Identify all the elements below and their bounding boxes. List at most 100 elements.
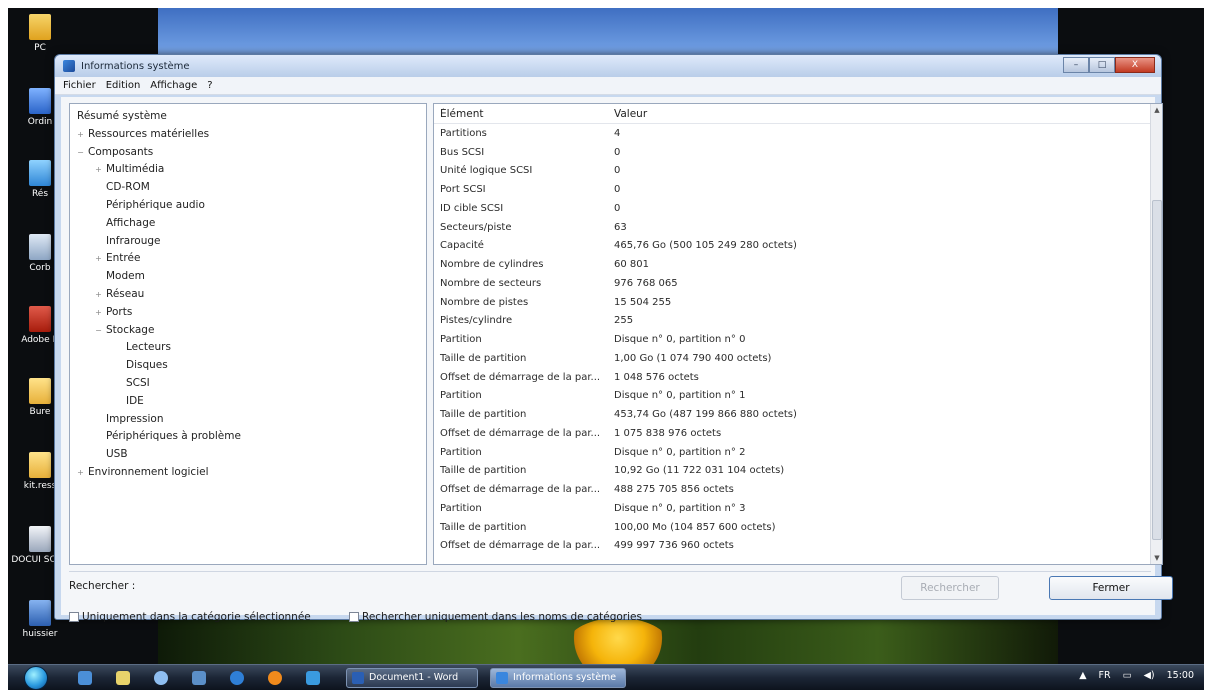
table-row[interactable]: Secteurs/piste 63 bbox=[434, 218, 1162, 237]
expand-icon[interactable]: + bbox=[76, 464, 85, 482]
table-row[interactable]: Nombre de cylindres 60 801 bbox=[434, 255, 1162, 274]
tree-item[interactable]: Lecteurs bbox=[70, 339, 426, 357]
tree-item[interactable]: + Ressources matérielles bbox=[70, 126, 426, 144]
tree-item-label: Impression bbox=[106, 412, 164, 425]
show-hidden-icons-icon[interactable]: ▲ bbox=[1079, 670, 1086, 681]
details-header: Élément Valeur bbox=[434, 104, 1162, 124]
tree-item[interactable]: + Environnement logiciel bbox=[70, 464, 426, 482]
title-bar[interactable]: Informations système – □ X bbox=[55, 55, 1161, 77]
column-header-element[interactable]: Élément bbox=[434, 108, 610, 120]
start-button[interactable] bbox=[24, 666, 48, 690]
tree-item[interactable]: Périphérique audio bbox=[70, 197, 426, 215]
tree-item[interactable]: Périphériques à problème bbox=[70, 428, 426, 446]
tree-item[interactable]: − Stockage bbox=[70, 322, 426, 340]
tree-item[interactable]: CD-ROM bbox=[70, 179, 426, 197]
task-word[interactable]: Document1 - Word bbox=[346, 668, 478, 688]
category-names-checkbox[interactable] bbox=[349, 612, 359, 622]
table-row[interactable]: Taille de partition 1,00 Go (1 074 790 40… bbox=[434, 349, 1162, 368]
table-row[interactable]: Partition Disque n° 0, partition n° 1 bbox=[434, 387, 1162, 406]
tree-item[interactable]: Affichage bbox=[70, 215, 426, 233]
table-row[interactable]: Nombre de pistes 15 504 255 bbox=[434, 293, 1162, 312]
tree-item[interactable]: + Multimédia bbox=[70, 161, 426, 179]
expand-icon[interactable]: + bbox=[76, 126, 85, 144]
cell-value: 10,92 Go (11 722 031 104 octets) bbox=[614, 465, 785, 477]
table-row[interactable]: Taille de partition 100,00 Mo (104 857 60… bbox=[434, 518, 1162, 537]
table-row[interactable]: Capacité 465,76 Go (500 105 249 280 octet… bbox=[434, 237, 1162, 256]
table-row[interactable]: ID cible SCSI 0 bbox=[434, 199, 1162, 218]
quicklaunch-app-icon[interactable] bbox=[306, 671, 320, 685]
minimize-button[interactable]: – bbox=[1063, 57, 1089, 73]
table-row[interactable]: Bus SCSI 0 bbox=[434, 143, 1162, 162]
menu-help[interactable]: ? bbox=[207, 80, 212, 91]
quicklaunch-internet-explorer-icon[interactable] bbox=[230, 671, 244, 685]
desktop-icon-pc[interactable]: PC bbox=[8, 14, 72, 53]
scroll-down-arrow-icon[interactable]: ▼ bbox=[1151, 552, 1163, 564]
table-row[interactable]: Offset de démarrage de la par... 1 075 83… bbox=[434, 424, 1162, 443]
tree-item[interactable]: Disques bbox=[70, 357, 426, 375]
quicklaunch-show-desktop-icon[interactable] bbox=[78, 671, 92, 685]
table-row[interactable]: Partitions 4 bbox=[434, 124, 1162, 143]
volume-icon[interactable]: ◀) bbox=[1144, 670, 1155, 681]
tree-item[interactable]: Impression bbox=[70, 411, 426, 429]
expand-icon[interactable]: + bbox=[94, 161, 103, 179]
network-tray-icon[interactable]: ▭ bbox=[1123, 670, 1132, 681]
collapse-icon[interactable]: − bbox=[94, 322, 103, 340]
cell-element: Partition bbox=[440, 502, 482, 514]
table-row[interactable]: Taille de partition 453,74 Go (487 199 86… bbox=[434, 405, 1162, 424]
vertical-scrollbar[interactable]: ▲ ▼ bbox=[1150, 104, 1162, 564]
table-row[interactable]: Pistes/cylindre 255 bbox=[434, 312, 1162, 331]
search-button[interactable]: Rechercher bbox=[901, 576, 999, 600]
table-row[interactable]: Nombre de secteurs 976 768 065 bbox=[434, 274, 1162, 293]
tree-item[interactable]: SCSI bbox=[70, 375, 426, 393]
cell-value: 4 bbox=[614, 127, 621, 139]
cell-value: 499 997 736 960 octets bbox=[614, 540, 734, 552]
quicklaunch-explorer-icon[interactable] bbox=[192, 671, 206, 685]
cell-value: 488 275 705 856 octets bbox=[614, 484, 734, 496]
close-window-button[interactable]: X bbox=[1115, 57, 1155, 73]
collapse-icon[interactable]: − bbox=[76, 144, 85, 162]
tree-item[interactable]: IDE bbox=[70, 393, 426, 411]
tree-item[interactable]: − Composants bbox=[70, 144, 426, 162]
option-selected-category[interactable]: Uniquement dans la catégorie sélectionné… bbox=[69, 611, 311, 623]
tree-item[interactable]: USB bbox=[70, 446, 426, 464]
table-row[interactable]: Offset de démarrage de la par... 499 997 … bbox=[434, 537, 1162, 556]
maximize-button[interactable]: □ bbox=[1089, 57, 1115, 73]
tree-item[interactable]: + Ports bbox=[70, 304, 426, 322]
column-header-value[interactable]: Valeur bbox=[610, 108, 1162, 120]
task-system-info[interactable]: Informations système bbox=[490, 668, 626, 688]
menu-edition[interactable]: Edition bbox=[106, 80, 141, 91]
table-row[interactable]: Unité logique SCSI 0 bbox=[434, 162, 1162, 181]
table-row[interactable]: Offset de démarrage de la par... 1 048 57… bbox=[434, 368, 1162, 387]
tree-item[interactable]: + Entrée bbox=[70, 250, 426, 268]
menu-fichier[interactable]: Fichier bbox=[63, 80, 96, 91]
language-indicator[interactable]: FR bbox=[1099, 670, 1111, 681]
selected-category-checkbox[interactable] bbox=[69, 612, 79, 622]
expand-icon[interactable]: + bbox=[94, 250, 103, 268]
menu-affichage[interactable]: Affichage bbox=[150, 80, 197, 91]
table-row[interactable]: Partition Disque n° 0, partition n° 3 bbox=[434, 499, 1162, 518]
expand-icon[interactable]: + bbox=[94, 286, 103, 304]
clock[interactable]: 15:00 bbox=[1167, 670, 1194, 681]
system-info-icon bbox=[63, 60, 75, 72]
table-row[interactable]: Offset de démarrage de la par... 488 275 … bbox=[434, 480, 1162, 499]
expand-icon[interactable]: + bbox=[94, 304, 103, 322]
search-input[interactable] bbox=[135, 578, 935, 596]
option-category-names[interactable]: Rechercher uniquement dans les noms de c… bbox=[349, 611, 642, 623]
quicklaunch-media-icon[interactable] bbox=[154, 671, 168, 685]
table-row[interactable]: Partition Disque n° 0, partition n° 2 bbox=[434, 443, 1162, 462]
taskbar: Document1 - Word Informations système ▲ … bbox=[8, 664, 1204, 690]
table-row[interactable]: Taille de partition 10,92 Go (11 722 031 … bbox=[434, 462, 1162, 481]
scroll-thumb[interactable] bbox=[1152, 200, 1162, 540]
table-row[interactable]: Port SCSI 0 bbox=[434, 180, 1162, 199]
table-row[interactable]: Partition Disque n° 0, partition n° 0 bbox=[434, 330, 1162, 349]
tree-item[interactable]: Infrarouge bbox=[70, 233, 426, 251]
close-button[interactable]: Fermer bbox=[1049, 576, 1173, 600]
cell-value: 100,00 Mo (104 857 600 octets) bbox=[614, 521, 776, 533]
tree-item[interactable]: Modem bbox=[70, 268, 426, 286]
tree-item[interactable]: + Réseau bbox=[70, 286, 426, 304]
quicklaunch-folder-icon[interactable] bbox=[116, 671, 130, 685]
quicklaunch-firefox-icon[interactable] bbox=[268, 671, 282, 685]
cell-value: 0 bbox=[614, 202, 621, 214]
scroll-up-arrow-icon[interactable]: ▲ bbox=[1151, 104, 1163, 116]
tree-item[interactable]: Résumé système bbox=[70, 108, 426, 126]
